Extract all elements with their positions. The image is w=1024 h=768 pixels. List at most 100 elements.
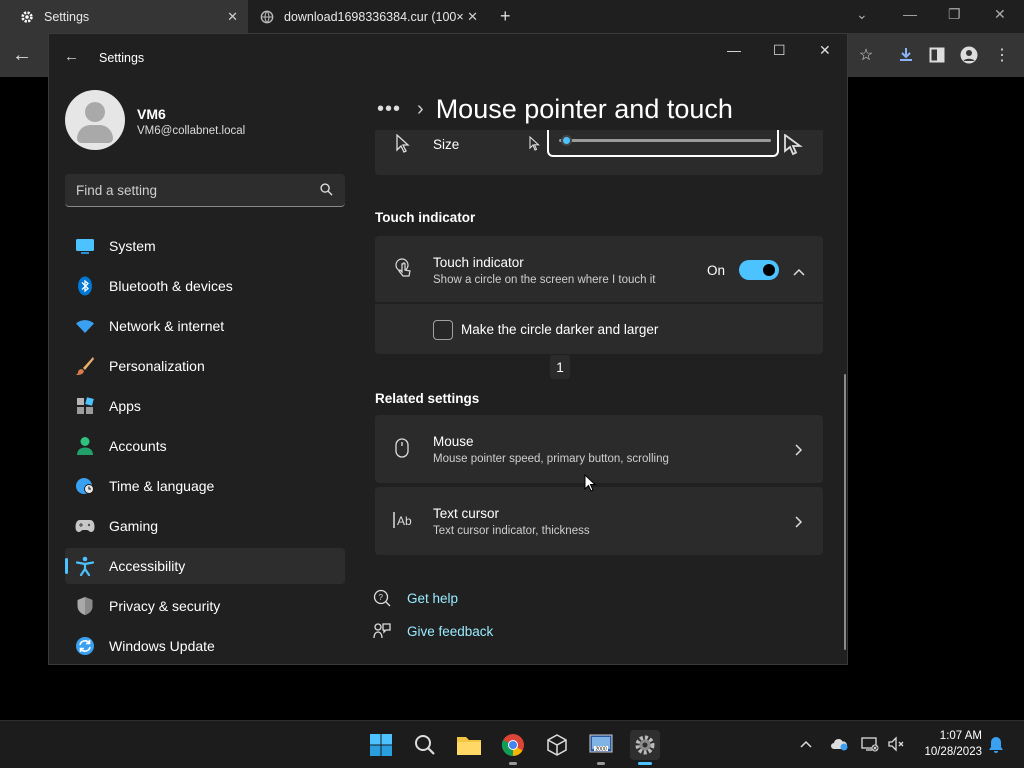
settings-window: ← Settings — ☐ ✕ VM6 VM6@collabnet.local…: [48, 33, 848, 665]
search-icon[interactable]: [410, 730, 440, 760]
mouse-icon: [395, 438, 409, 463]
windows-2000-vm-icon[interactable]: 2000: [586, 730, 616, 765]
bluetooth-icon: [75, 276, 95, 296]
start-button[interactable]: [366, 730, 396, 760]
sidebar-item-time-language[interactable]: Time & language: [65, 468, 345, 504]
chevron-right-icon: ›: [417, 98, 424, 120]
sidebar-item-windows-update[interactable]: Windows Update: [65, 628, 345, 664]
sidebar-item-accounts[interactable]: Accounts: [65, 428, 345, 464]
menu-icon[interactable]: ⋮: [992, 45, 1012, 65]
slider-track: [559, 139, 771, 142]
sidebar-item-system[interactable]: System: [65, 228, 345, 264]
onedrive-icon[interactable]: [830, 737, 848, 754]
browser-tabstrip: Settings ✕ download1698336384.cur (100× …: [0, 0, 1024, 33]
shield-icon: [75, 596, 95, 616]
browser-tab-title: download1698336384.cur (100×: [284, 9, 464, 24]
section-heading-touch: Touch indicator: [375, 210, 476, 225]
text-cursor-title: Text cursor: [433, 506, 500, 521]
feedback-icon: [373, 622, 391, 645]
sidebar-item-network[interactable]: Network & internet: [65, 308, 345, 344]
give-feedback-link[interactable]: Give feedback: [407, 624, 493, 639]
brush-icon: [75, 356, 95, 376]
number-badge: 1: [550, 355, 570, 379]
size-label: Size: [433, 137, 460, 152]
network-icon[interactable]: [861, 736, 879, 755]
toggle-state-label: On: [707, 263, 726, 278]
breadcrumb-more[interactable]: •••: [377, 98, 401, 121]
touch-indicator-toggle[interactable]: [739, 260, 779, 280]
chevron-right-icon: [795, 443, 803, 461]
side-panel-icon[interactable]: [927, 45, 947, 65]
size-slider[interactable]: [547, 130, 779, 157]
sidebar-item-privacy[interactable]: Privacy & security: [65, 588, 345, 624]
chrome-icon[interactable]: [498, 730, 528, 765]
virtualbox-icon[interactable]: [542, 730, 572, 760]
settings-app-icon[interactable]: [630, 730, 660, 765]
maximize-icon[interactable]: ☐: [773, 42, 786, 59]
browser-tab-settings[interactable]: Settings ✕: [0, 0, 248, 33]
download-icon[interactable]: [896, 45, 916, 65]
chevron-up-icon[interactable]: [800, 736, 812, 751]
file-explorer-icon[interactable]: [454, 730, 484, 760]
bookmark-star-icon[interactable]: ☆: [856, 45, 876, 65]
browser-back-icon[interactable]: ←: [12, 44, 32, 67]
help-icon: ?: [373, 589, 391, 612]
close-tab-icon[interactable]: ✕: [227, 9, 238, 25]
notification-bell-icon[interactable]: [988, 736, 1004, 757]
sidebar-item-personalization[interactable]: Personalization: [65, 348, 345, 384]
breadcrumb: ••• › Mouse pointer and touch: [377, 94, 733, 125]
scrollbar[interactable]: [844, 374, 846, 650]
sidebar-item-bluetooth[interactable]: Bluetooth & devices: [65, 268, 345, 304]
sidebar-item-gaming[interactable]: Gaming: [65, 508, 345, 544]
avatar[interactable]: [65, 90, 125, 150]
darker-circle-checkbox[interactable]: [433, 320, 453, 340]
close-icon[interactable]: ✕: [819, 42, 831, 59]
mouse-cursor-icon: [584, 473, 597, 497]
svg-text:Ab: Ab: [397, 514, 412, 528]
svg-text:?: ?: [379, 593, 384, 602]
globe-clock-icon: [75, 476, 95, 496]
darker-circle-label: Make the circle darker and larger: [461, 322, 659, 337]
text-cursor-subtitle: Text cursor indicator, thickness: [433, 525, 590, 537]
system-icon: [75, 236, 95, 256]
page-title: Mouse pointer and touch: [435, 94, 733, 124]
tab-search-icon[interactable]: ⌄: [856, 6, 868, 23]
search-input[interactable]: [65, 174, 315, 206]
svg-text:2000: 2000: [596, 747, 607, 753]
minimize-icon[interactable]: —: [903, 6, 917, 22]
sidebar-item-apps[interactable]: Apps: [65, 388, 345, 424]
get-help-link[interactable]: Get help: [407, 591, 458, 606]
apps-icon: [75, 396, 95, 416]
new-tab-icon[interactable]: +: [500, 6, 511, 27]
globe-icon: [260, 10, 274, 24]
related-text-cursor-card[interactable]: [375, 487, 823, 555]
sidebar-item-accessibility[interactable]: Accessibility: [65, 548, 345, 584]
wifi-icon: [75, 316, 95, 336]
touch-indicator-subtitle: Show a circle on the screen where I touc…: [433, 274, 656, 286]
text-cursor-icon: Ab: [392, 511, 416, 534]
back-arrow-icon[interactable]: ←: [64, 48, 79, 65]
minimize-icon[interactable]: —: [727, 42, 741, 58]
close-icon[interactable]: ✕: [994, 6, 1006, 23]
small-pointer-icon: [529, 135, 541, 157]
related-mouse-card[interactable]: [375, 415, 823, 483]
sidebar-nav: System Bluetooth & devices Network & int…: [65, 228, 345, 664]
search-icon[interactable]: [320, 183, 333, 201]
mouse-title: Mouse: [433, 434, 474, 449]
section-heading-related: Related settings: [375, 391, 480, 406]
chevron-up-icon[interactable]: [793, 263, 805, 281]
profile-icon[interactable]: [959, 45, 979, 65]
clock-date[interactable]: 10/28/2023: [914, 746, 982, 758]
restore-icon[interactable]: ❐: [948, 6, 961, 23]
volume-muted-icon[interactable]: [887, 736, 905, 755]
window-title: Settings: [99, 51, 145, 65]
touch-icon: [394, 258, 412, 283]
slider-thumb[interactable]: [561, 135, 572, 146]
touch-indicator-title: Touch indicator: [433, 255, 524, 270]
close-tab-icon[interactable]: ✕: [467, 9, 478, 25]
search-box: [65, 174, 345, 207]
clock-time[interactable]: 1:07 AM: [930, 730, 982, 742]
browser-tab-download[interactable]: download1698336384.cur (100× ✕: [252, 0, 488, 33]
update-icon: [75, 636, 95, 656]
browser-tab-title: Settings: [44, 9, 90, 24]
